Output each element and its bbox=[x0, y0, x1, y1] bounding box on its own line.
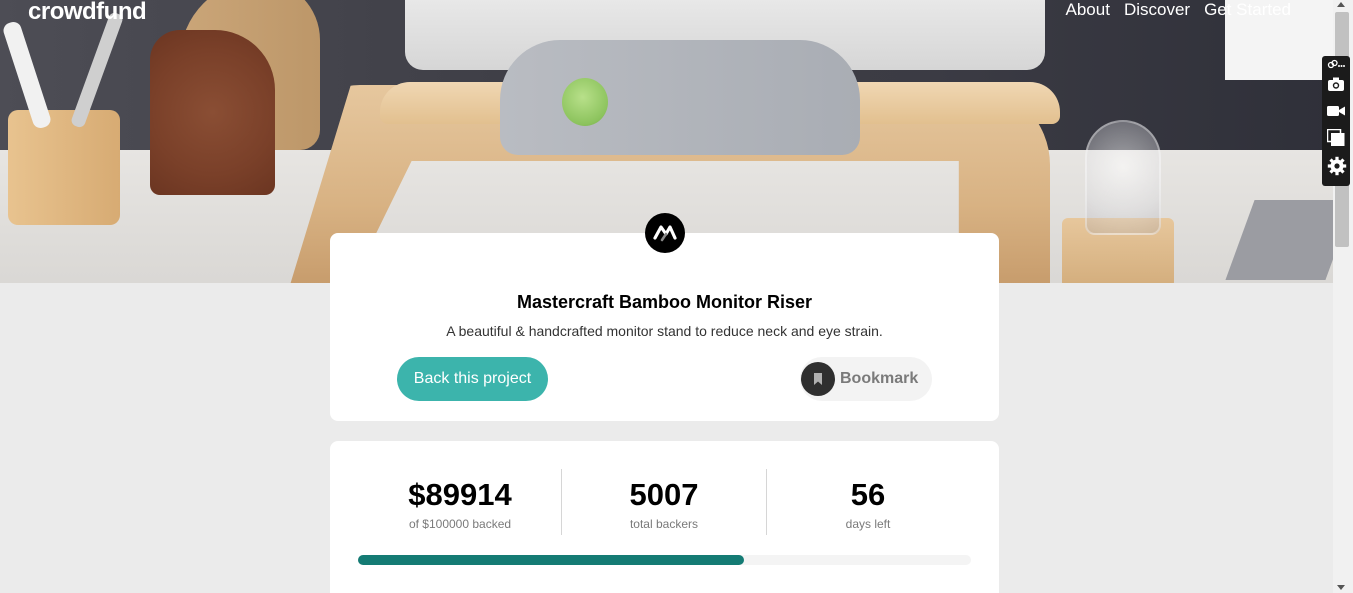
hero-speaker bbox=[150, 30, 275, 195]
project-card: Mastercraft Bamboo Monitor Riser A beaut… bbox=[330, 233, 999, 421]
backers-label: total backers bbox=[629, 517, 699, 531]
project-title: Mastercraft Bamboo Monitor Riser bbox=[516, 292, 813, 312]
back-project-button[interactable]: Back this project bbox=[397, 357, 548, 401]
project-description: A beautiful & handcrafted monitor stand … bbox=[446, 323, 883, 339]
link-icon[interactable] bbox=[1327, 58, 1345, 70]
mastercraft-logo-icon bbox=[645, 213, 685, 253]
progress-fill bbox=[358, 555, 744, 565]
stat-divider bbox=[766, 469, 767, 535]
days-label: days left bbox=[845, 517, 891, 531]
backed-amount: $89914 bbox=[408, 477, 512, 512]
stat-divider bbox=[561, 469, 562, 535]
hero-lamp-bulb bbox=[1085, 120, 1161, 235]
stats-card: $89914 of $100000 backed 5007 total back… bbox=[330, 441, 999, 593]
stat-backers: 5007 total backers bbox=[564, 477, 764, 531]
nav-about[interactable]: About bbox=[1066, 0, 1110, 20]
backers-count: 5007 bbox=[629, 477, 699, 512]
progress-bar bbox=[358, 555, 971, 565]
nav-get-started[interactable]: Get Started bbox=[1204, 0, 1291, 20]
hero-monitor-stand bbox=[500, 40, 860, 155]
nav-discover[interactable]: Discover bbox=[1124, 0, 1190, 20]
hero-pen-cup bbox=[8, 110, 120, 225]
capture-toolbar bbox=[1322, 56, 1350, 186]
backed-label: of $100000 backed bbox=[408, 517, 512, 531]
bookmark-label: Bookmark bbox=[840, 370, 919, 387]
gear-icon[interactable] bbox=[1327, 156, 1347, 176]
window-icon[interactable] bbox=[1326, 128, 1345, 146]
days-count: 56 bbox=[850, 477, 886, 512]
site-logo[interactable]: crowdfund bbox=[28, 0, 147, 26]
bookmark-icon bbox=[801, 362, 835, 396]
stat-backed: $89914 of $100000 backed bbox=[360, 477, 560, 531]
scroll-down-icon[interactable] bbox=[1337, 585, 1345, 590]
bookmark-button[interactable]: Bookmark bbox=[800, 357, 932, 401]
stat-days: 56 days left bbox=[768, 477, 968, 531]
video-icon[interactable] bbox=[1327, 103, 1345, 119]
scroll-up-icon[interactable] bbox=[1337, 2, 1345, 7]
hero-toy bbox=[562, 78, 608, 126]
camera-icon[interactable] bbox=[1327, 76, 1345, 92]
main-nav: About Discover Get Started bbox=[1066, 0, 1292, 20]
